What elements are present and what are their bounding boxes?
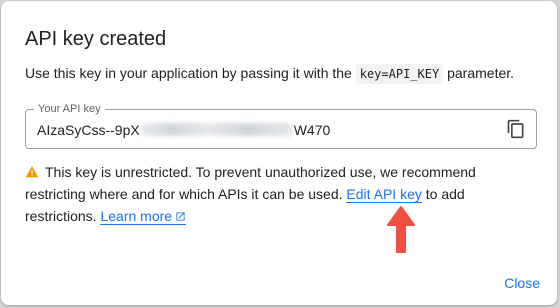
learn-more-link[interactable]: Learn more — [100, 206, 187, 225]
api-key-field[interactable]: Your API key AIzaSyCss--9pX W470 — [25, 102, 537, 149]
api-key-label: Your API key — [34, 102, 105, 116]
copy-icon[interactable] — [506, 119, 526, 139]
api-key-value-prefix: AIzaSyCss--9pX — [37, 122, 140, 138]
api-key-dialog: API key created Use this key in your app… — [1, 1, 557, 305]
warning-icon — [25, 163, 39, 178]
dialog-title: API key created — [25, 28, 167, 50]
description-code: key=API_KEY — [355, 64, 444, 84]
arrow-up-icon — [387, 206, 415, 253]
edit-api-key-link[interactable]: Edit API key — [346, 186, 422, 203]
description-text-before: Use this key in your application by pass… — [25, 65, 356, 81]
api-key-value-suffix: W470 — [293, 122, 331, 138]
learn-more-label: Learn more — [100, 208, 173, 224]
api-key-value[interactable]: AIzaSyCss--9pX W470 — [37, 121, 330, 139]
api-key-redacted — [140, 123, 293, 136]
dialog-description: Use this key in your application by pass… — [25, 62, 514, 85]
description-text-after: parameter. — [443, 65, 515, 81]
unrestricted-warning: This key is unrestricted. To prevent una… — [25, 161, 525, 227]
close-button[interactable]: Close — [504, 273, 540, 293]
external-link-icon — [175, 206, 186, 221]
